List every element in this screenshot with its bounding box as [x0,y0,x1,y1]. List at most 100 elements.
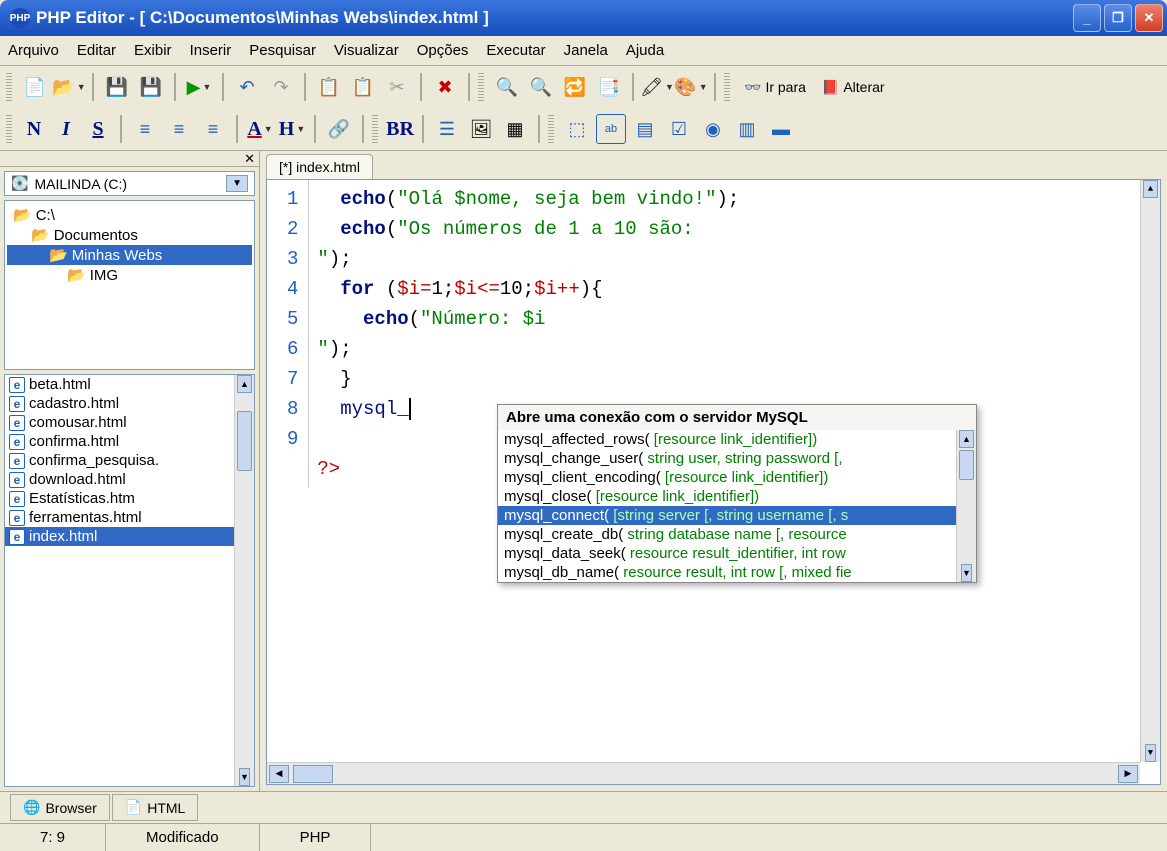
scroll-right-icon[interactable]: ▶ [1118,765,1138,783]
font-color-button[interactable]: A▼ [246,114,274,144]
zoom-in-button[interactable]: 🔍 [492,72,522,102]
file-item[interactable]: eindex.html [5,527,254,546]
align-center-button[interactable]: ≡ [164,114,194,144]
italic-button[interactable]: I [52,114,80,144]
file-item[interactable]: ecomousar.html [5,413,254,432]
autocomplete-scrollbar[interactable]: ▲ ▼ [956,430,976,582]
new-file-button[interactable]: 📄 [20,72,50,102]
image-button[interactable]: 🖼 [466,114,496,144]
cut-button[interactable]: ✂ [382,72,412,102]
menu-pesquisar[interactable]: Pesquisar [249,42,316,59]
select-button[interactable]: ▥ [732,114,762,144]
toolbar-grip[interactable] [724,73,730,101]
autocomplete-item[interactable]: mysql_create_db( string database name [,… [498,525,976,544]
file-item[interactable]: edownload.html [5,470,254,489]
tab-browser[interactable]: 🌐Browser [10,794,110,821]
file-item[interactable]: econfirma.html [5,432,254,451]
scroll-down-icon[interactable]: ▼ [1145,744,1156,762]
editor-hscrollbar[interactable]: ◀ ▶ [267,762,1140,784]
scroll-left-icon[interactable]: ◀ [269,765,289,783]
autocomplete-item[interactable]: mysql_affected_rows( [resource link_iden… [498,430,976,449]
tree-item[interactable]: 📂Documentos [7,225,252,245]
tab-html[interactable]: 📄HTML [112,794,199,821]
link-button[interactable]: 🔗 [324,114,354,144]
menu-exibir[interactable]: Exibir [134,42,172,59]
copy-button[interactable]: 📋 [314,72,344,102]
chevron-down-icon[interactable]: ▼ [226,175,248,192]
button-button[interactable]: ▬ [766,114,796,144]
autocomplete-list[interactable]: mysql_affected_rows( [resource link_iden… [498,430,976,582]
radio-button[interactable]: ◉ [698,114,728,144]
goto-button[interactable]: 👓 Ir para [738,72,812,102]
menu-ajuda[interactable]: Ajuda [626,42,664,59]
file-item[interactable]: eferramentas.html [5,508,254,527]
color-picker-button[interactable]: 🎨▼ [676,72,706,102]
underline-button[interactable]: S [84,114,112,144]
toolbar-grip[interactable] [548,115,554,143]
scroll-down-icon[interactable]: ▼ [961,564,972,582]
menu-janela[interactable]: Janela [564,42,608,59]
undo-button[interactable]: ↶ [232,72,262,102]
toolbar-grip[interactable] [6,115,12,143]
scroll-thumb[interactable] [293,765,333,783]
bookmark-button[interactable]: 📑 [594,72,624,102]
autocomplete-item[interactable]: mysql_db_name( resource result, int row … [498,563,976,582]
run-button[interactable]: ▶▼ [184,72,214,102]
sidebar-close-button[interactable]: ✕ [0,151,259,167]
toolbar-grip[interactable] [6,73,12,101]
delete-button[interactable]: ✖ [430,72,460,102]
editor-vscrollbar[interactable]: ▲ ▼ [1140,180,1160,762]
form-button[interactable]: ⬚ [562,114,592,144]
scroll-down-icon[interactable]: ▼ [239,768,250,786]
editor-tab-index[interactable]: [*] index.html [266,154,373,179]
file-scrollbar[interactable]: ▲ ▼ [234,375,254,786]
toolbar-grip[interactable] [372,115,378,143]
close-button[interactable]: ✕ [1135,4,1163,32]
drive-selector[interactable]: 💽 MAILINDA (C:) ▼ [4,171,255,196]
menu-inserir[interactable]: Inserir [190,42,232,59]
autocomplete-item[interactable]: mysql_close( [resource link_identifier]) [498,487,976,506]
input-button[interactable]: ab [596,114,626,144]
highlight-button[interactable]: 🖍▼ [642,72,672,102]
search-button[interactable]: 🔍 [526,72,556,102]
scroll-up-icon[interactable]: ▲ [237,375,252,393]
scroll-up-icon[interactable]: ▲ [959,430,974,448]
heading-button[interactable]: H▼ [278,114,306,144]
menu-opcoes[interactable]: Opções [417,42,469,59]
autocomplete-item[interactable]: mysql_change_user( string user, string p… [498,449,976,468]
replace-button[interactable]: 🔁 [560,72,590,102]
tree-item[interactable]: 📂Minhas Webs [7,245,252,265]
maximize-button[interactable]: ❐ [1104,4,1132,32]
file-item[interactable]: ecadastro.html [5,394,254,413]
textarea-button[interactable]: ▤ [630,114,660,144]
menu-editar[interactable]: Editar [77,42,116,59]
menu-visualizar[interactable]: Visualizar [334,42,399,59]
redo-button[interactable]: ↷ [266,72,296,102]
table-button[interactable]: ▦ [500,114,530,144]
file-item[interactable]: ebeta.html [5,375,254,394]
menu-executar[interactable]: Executar [486,42,545,59]
autocomplete-item[interactable]: mysql_client_encoding( [resource link_id… [498,468,976,487]
code-editor[interactable]: 123456789 echo("Olá $nome, seja bem vind… [266,179,1161,785]
bold-button[interactable]: N [20,114,48,144]
menu-arquivo[interactable]: Arquivo [8,42,59,59]
save-button[interactable]: 💾 [102,72,132,102]
toolbar-grip[interactable] [478,73,484,101]
folder-tree[interactable]: 📂C:\📂Documentos📂Minhas Webs📂IMG [4,200,255,370]
list-button[interactable]: ☰ [432,114,462,144]
tree-item[interactable]: 📂IMG [7,265,252,285]
open-file-button[interactable]: 📂▼ [54,72,84,102]
scroll-up-icon[interactable]: ▲ [1143,180,1158,198]
scroll-thumb[interactable] [959,450,974,480]
minimize-button[interactable]: _ [1073,4,1101,32]
scroll-thumb[interactable] [237,411,252,471]
autocomplete-item[interactable]: mysql_connect( [string server [, string … [498,506,976,525]
save-all-button[interactable]: 💾 [136,72,166,102]
autocomplete-item[interactable]: mysql_data_seek( resource result_identif… [498,544,976,563]
file-item[interactable]: eEstatísticas.htm [5,489,254,508]
br-button[interactable]: BR [386,114,414,144]
change-button[interactable]: 📕 Alterar [816,72,891,102]
tree-item[interactable]: 📂C:\ [7,205,252,225]
paste-button[interactable]: 📋 [348,72,378,102]
checkbox-button[interactable]: ☑ [664,114,694,144]
